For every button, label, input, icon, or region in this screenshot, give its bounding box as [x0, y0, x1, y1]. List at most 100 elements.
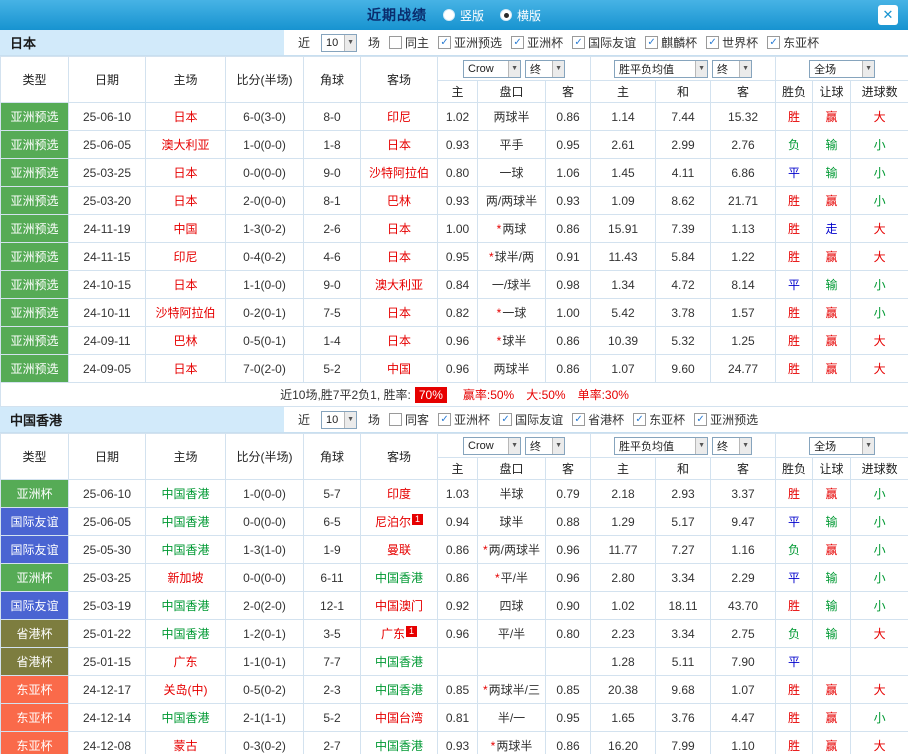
match-row: 亚洲预选 25-06-05 澳大利亚 1-0(0-0) 1-8 日本 0.93 平手 0.95 2…	[0, 130, 908, 159]
filter-checkbox[interactable]: 同客	[389, 411, 429, 428]
scope-select[interactable]: 全场 ▼	[809, 436, 876, 455]
checkbox-icon[interactable]: ✓	[511, 36, 525, 49]
avg-odds-select-value: 胜平负均值	[619, 63, 675, 76]
checkbox-icon[interactable]: ✓	[694, 413, 708, 426]
avg-away-cell: 24.77	[710, 354, 777, 383]
corner-cell: 5-7	[303, 479, 361, 508]
match-row: 亚洲预选 25-06-10 日本 6-0(3-0) 8-0 印尼 1.02 两球半 0.86 1.…	[0, 102, 908, 131]
avg-draw-cell: 18.11	[655, 591, 712, 620]
dropdown-arrow-icon: ▼	[739, 437, 752, 454]
odds-away-cell: 1.06	[544, 158, 592, 187]
handicap-cell: 平手	[477, 130, 546, 159]
avg-odds-select[interactable]: 胜平负均值 ▼	[614, 59, 709, 78]
odds-time-select-value: 终	[530, 63, 542, 76]
sub-col-header: 盘口	[477, 457, 546, 480]
competition-type-cell: 亚洲预选	[0, 354, 69, 383]
filter-checkbox[interactable]: ✓ 省港杯	[572, 411, 624, 428]
odds-time-select[interactable]: 终 ▼	[525, 59, 566, 78]
odds-away-cell: 0.88	[544, 507, 592, 536]
checkbox-icon[interactable]: ✓	[438, 36, 452, 49]
handicap-result-cell: 走	[812, 214, 852, 243]
score-cell: 2-0(2-0)	[225, 591, 304, 620]
competition-type-cell: 亚洲预选	[0, 130, 69, 159]
win-rate-badge: 70%	[414, 387, 447, 403]
avg-home-cell: 1.65	[590, 703, 657, 732]
odds-home-cell: 0.93	[437, 130, 478, 159]
match-count-select-value: 10	[326, 36, 339, 49]
avg-home-cell: 10.39	[590, 326, 657, 355]
layout-radio-horizontal[interactable]: 横版	[500, 7, 541, 24]
avg-time-select[interactable]: 终 ▼	[712, 59, 753, 78]
dropdown-arrow-icon: ▼	[508, 60, 521, 77]
bookmaker-select[interactable]: Crow ▼	[463, 436, 522, 455]
home-team-cell: 中国香港	[145, 535, 226, 564]
date-cell: 25-06-10	[68, 479, 146, 508]
filter-checkbox[interactable]: ✓ 亚洲预选	[694, 411, 758, 428]
favorite-star-icon: *	[496, 306, 502, 320]
filter-checkbox[interactable]: ✓ 东亚杯	[767, 34, 819, 51]
checkbox-icon[interactable]: ✓	[633, 413, 647, 426]
filter-checkbox[interactable]: ✓ 世界杯	[706, 34, 758, 51]
result-cell: 胜	[775, 298, 814, 327]
checkbox-icon[interactable]: ✓	[572, 36, 586, 49]
checkbox-icon[interactable]	[389, 36, 403, 49]
result-cell: 胜	[775, 703, 814, 732]
filter-checkbox[interactable]: ✓ 亚洲杯	[511, 34, 563, 51]
checkbox-icon[interactable]: ✓	[767, 36, 781, 49]
avg-away-cell: 1.25	[710, 326, 777, 355]
sub-col-header: 客	[544, 457, 592, 480]
odds-time-select[interactable]: 终 ▼	[525, 436, 566, 455]
avg-odds-select[interactable]: 胜平负均值 ▼	[614, 436, 709, 455]
avg-time-select[interactable]: 终 ▼	[712, 436, 753, 455]
date-cell: 24-11-15	[68, 242, 146, 271]
avg-draw-cell: 5.84	[655, 242, 712, 271]
close-icon[interactable]: ✕	[878, 5, 898, 25]
away-team-cell: 中国香港	[360, 647, 438, 676]
filter-checkbox[interactable]: ✓ 亚洲预选	[438, 34, 502, 51]
results-table: 类型 日期 主场 比分(半场) 角球 客场 Crow ▼ 终 ▼ 胜平负均值 ▼ 终 ▼ 全场 ▼ 主盘口客主和…	[0, 433, 908, 754]
odds-home-cell: 0.86	[437, 563, 478, 592]
checkbox-icon[interactable]: ✓	[499, 413, 513, 426]
filter-checkbox[interactable]: ✓ 东亚杯	[633, 411, 685, 428]
scope-select[interactable]: 全场 ▼	[809, 59, 876, 78]
filter-checkbox[interactable]: ✓ 国际友谊	[572, 34, 636, 51]
checkbox-icon[interactable]	[389, 413, 403, 426]
handicap-value: 一/球半	[491, 278, 532, 292]
avg-home-cell: 11.43	[590, 242, 657, 271]
date-cell: 24-10-11	[68, 298, 146, 327]
filter-checkbox[interactable]: ✓ 亚洲杯	[438, 411, 490, 428]
corner-cell: 8-1	[303, 186, 361, 215]
handicap-value: 一球	[499, 166, 524, 180]
checkbox-icon[interactable]: ✓	[706, 36, 720, 49]
col-header: 主场	[145, 433, 226, 480]
match-count-select[interactable]: 10 ▼	[321, 410, 358, 429]
match-row: 亚洲预选 24-11-19 中国 1-3(0-2) 2-6 日本 1.00 *两球 0.86 15…	[0, 214, 908, 243]
odds-home-cell: 0.96	[437, 354, 478, 383]
filter-checkbox[interactable]: ✓ 麒麟杯	[645, 34, 697, 51]
result-cell: 胜	[775, 354, 814, 383]
favorite-star-icon: *	[482, 543, 488, 557]
bookmaker-select[interactable]: Crow ▼	[463, 59, 522, 78]
corner-cell: 7-5	[303, 298, 361, 327]
checkbox-icon[interactable]: ✓	[572, 413, 586, 426]
date-cell: 24-10-15	[68, 270, 146, 299]
layout-radio-vertical[interactable]: 竖版	[442, 7, 484, 24]
match-count-select[interactable]: 10 ▼	[321, 33, 358, 52]
home-team-cell: 日本	[145, 158, 226, 187]
result-cell: 负	[775, 130, 814, 159]
score-cell: 7-0(2-0)	[225, 354, 304, 383]
odds-away-cell: 0.96	[544, 563, 592, 592]
checkbox-icon[interactable]: ✓	[438, 413, 452, 426]
filter-checkbox[interactable]: ✓ 国际友谊	[499, 411, 563, 428]
competition-type-cell: 亚洲预选	[0, 326, 69, 355]
checkbox-icon[interactable]: ✓	[645, 36, 659, 49]
filter-checkbox[interactable]: 同主	[389, 34, 429, 51]
handicap-cell: 两球半	[477, 102, 546, 131]
sub-col-header: 让球	[812, 80, 852, 103]
dropdown-arrow-icon: ▼	[695, 60, 708, 77]
corner-cell: 12-1	[303, 591, 361, 620]
section-team-name: 日本	[0, 30, 284, 55]
team-sup-badge: 1	[412, 514, 423, 525]
match-row: 亚洲预选 24-09-05 日本 7-0(2-0) 5-2 中国 0.96 两球半 0.86 1.…	[0, 354, 908, 383]
avg-time-select-value: 终	[717, 63, 729, 76]
